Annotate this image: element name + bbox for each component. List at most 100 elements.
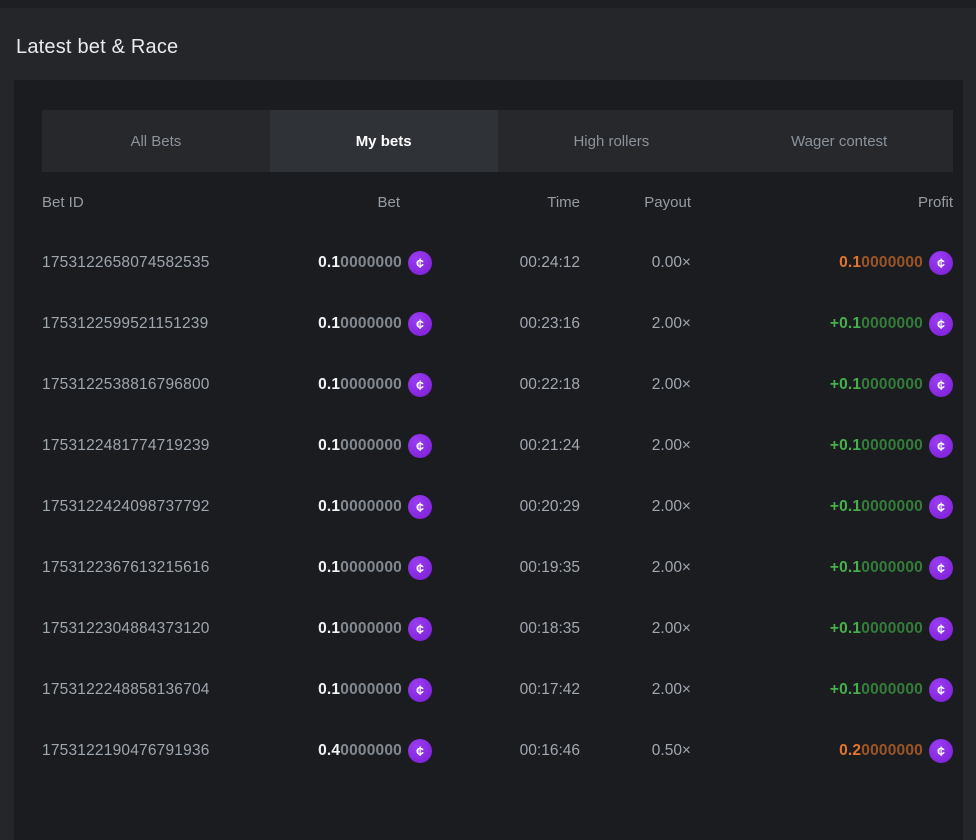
bet-time: 00:22:18	[432, 376, 580, 394]
bet-value: 0.10000000	[318, 437, 402, 455]
table-row[interactable]: 1753122248858136704 0.10000000 ¢ 00:17:4…	[42, 659, 953, 720]
coin-icon: ¢	[408, 373, 432, 397]
coin-icon: ¢	[929, 556, 953, 580]
top-band	[0, 0, 976, 8]
coin-icon: ¢	[929, 312, 953, 336]
coin-icon: ¢	[929, 251, 953, 275]
bet-time: 00:24:12	[432, 254, 580, 272]
bet-payout: 2.00×	[580, 315, 691, 333]
profit-value: +0.10000000	[830, 498, 923, 516]
bet-payout: 0.50×	[580, 742, 691, 760]
profit-value: +0.10000000	[830, 681, 923, 699]
bet-time: 00:23:16	[432, 315, 580, 333]
bet-payout: 2.00×	[580, 681, 691, 699]
bet-profit: +0.10000000 ¢	[691, 373, 953, 397]
bet-profit: 0.10000000 ¢	[691, 251, 953, 275]
tab-high-rollers[interactable]: High rollers	[498, 110, 726, 172]
profit-value: 0.10000000	[839, 254, 923, 272]
coin-icon: ¢	[408, 556, 432, 580]
bet-id: 1753122190476791936	[42, 742, 292, 760]
column-header-time: Time	[432, 194, 580, 211]
bet-profit: +0.10000000 ¢	[691, 617, 953, 641]
bet-profit: +0.10000000 ¢	[691, 678, 953, 702]
bet-payout: 2.00×	[580, 559, 691, 577]
coin-icon: ¢	[408, 251, 432, 275]
coin-icon: ¢	[408, 678, 432, 702]
bet-id: 1753122538816796800	[42, 376, 292, 394]
bet-id: 1753122481774719239	[42, 437, 292, 455]
bet-value: 0.10000000	[318, 681, 402, 699]
bet-id: 1753122658074582535	[42, 254, 292, 272]
bet-amount: 0.10000000 ¢	[292, 495, 432, 519]
bet-profit: +0.10000000 ¢	[691, 312, 953, 336]
bet-amount: 0.10000000 ¢	[292, 312, 432, 336]
profit-value: 0.20000000	[839, 742, 923, 760]
bets-tab-bar: All Bets My bets High rollers Wager cont…	[42, 110, 953, 172]
coin-icon: ¢	[408, 312, 432, 336]
bet-value: 0.10000000	[318, 559, 402, 577]
bet-id: 1753122304884373120	[42, 620, 292, 638]
profit-value: +0.10000000	[830, 437, 923, 455]
bet-payout: 2.00×	[580, 376, 691, 394]
coin-icon: ¢	[408, 495, 432, 519]
bet-id: 1753122599521151239	[42, 315, 292, 333]
table-row[interactable]: 1753122367613215616 0.10000000 ¢ 00:19:3…	[42, 537, 953, 598]
tab-my-bets[interactable]: My bets	[270, 110, 498, 172]
bet-amount: 0.10000000 ¢	[292, 373, 432, 397]
column-header-bet: Bet	[292, 194, 432, 211]
bet-time: 00:21:24	[432, 437, 580, 455]
bet-value: 0.40000000	[318, 742, 402, 760]
column-header-payout: Payout	[580, 194, 691, 211]
bet-amount: 0.10000000 ¢	[292, 617, 432, 641]
bet-payout: 2.00×	[580, 620, 691, 638]
coin-icon: ¢	[408, 739, 432, 763]
coin-icon: ¢	[929, 739, 953, 763]
page-title: Latest bet & Race	[16, 36, 178, 59]
tab-all-bets[interactable]: All Bets	[42, 110, 270, 172]
bet-value: 0.10000000	[318, 376, 402, 394]
coin-icon: ¢	[408, 617, 432, 641]
table-row[interactable]: 1753122424098737792 0.10000000 ¢ 00:20:2…	[42, 476, 953, 537]
bet-time: 00:19:35	[432, 559, 580, 577]
coin-icon: ¢	[929, 434, 953, 458]
bet-profit: +0.10000000 ¢	[691, 556, 953, 580]
bet-payout: 2.00×	[580, 437, 691, 455]
bet-time: 00:18:35	[432, 620, 580, 638]
profit-value: +0.10000000	[830, 376, 923, 394]
table-row[interactable]: 1753122538816796800 0.10000000 ¢ 00:22:1…	[42, 354, 953, 415]
table-row[interactable]: 1753122304884373120 0.10000000 ¢ 00:18:3…	[42, 598, 953, 659]
table-row[interactable]: 1753122190476791936 0.40000000 ¢ 00:16:4…	[42, 720, 953, 781]
bet-time: 00:20:29	[432, 498, 580, 516]
bet-value: 0.10000000	[318, 498, 402, 516]
bet-value: 0.10000000	[318, 315, 402, 333]
bet-amount: 0.10000000 ¢	[292, 251, 432, 275]
bet-time: 00:17:42	[432, 681, 580, 699]
tab-wager-contest[interactable]: Wager contest	[725, 110, 953, 172]
coin-icon: ¢	[408, 434, 432, 458]
bet-profit: 0.20000000 ¢	[691, 739, 953, 763]
table-body: 1753122658074582535 0.10000000 ¢ 00:24:1…	[42, 232, 953, 781]
coin-icon: ¢	[929, 495, 953, 519]
table-row[interactable]: 1753122658074582535 0.10000000 ¢ 00:24:1…	[42, 232, 953, 293]
table-row[interactable]: 1753122481774719239 0.10000000 ¢ 00:21:2…	[42, 415, 953, 476]
profit-value: +0.10000000	[830, 559, 923, 577]
bet-profit: +0.10000000 ¢	[691, 434, 953, 458]
table-row[interactable]: 1753122599521151239 0.10000000 ¢ 00:23:1…	[42, 293, 953, 354]
coin-icon: ¢	[929, 678, 953, 702]
bet-amount: 0.10000000 ¢	[292, 434, 432, 458]
bet-profit: +0.10000000 ¢	[691, 495, 953, 519]
profit-value: +0.10000000	[830, 315, 923, 333]
table-header: Bet ID Bet Time Payout Profit	[42, 172, 953, 232]
profit-value: +0.10000000	[830, 620, 923, 638]
bet-id: 1753122248858136704	[42, 681, 292, 699]
bet-amount: 0.10000000 ¢	[292, 678, 432, 702]
bet-id: 1753122424098737792	[42, 498, 292, 516]
bet-amount: 0.40000000 ¢	[292, 739, 432, 763]
bet-value: 0.10000000	[318, 254, 402, 272]
bet-payout: 2.00×	[580, 498, 691, 516]
bet-time: 00:16:46	[432, 742, 580, 760]
coin-icon: ¢	[929, 373, 953, 397]
bet-payout: 0.00×	[580, 254, 691, 272]
bet-id: 1753122367613215616	[42, 559, 292, 577]
bets-panel: All Bets My bets High rollers Wager cont…	[14, 80, 963, 840]
